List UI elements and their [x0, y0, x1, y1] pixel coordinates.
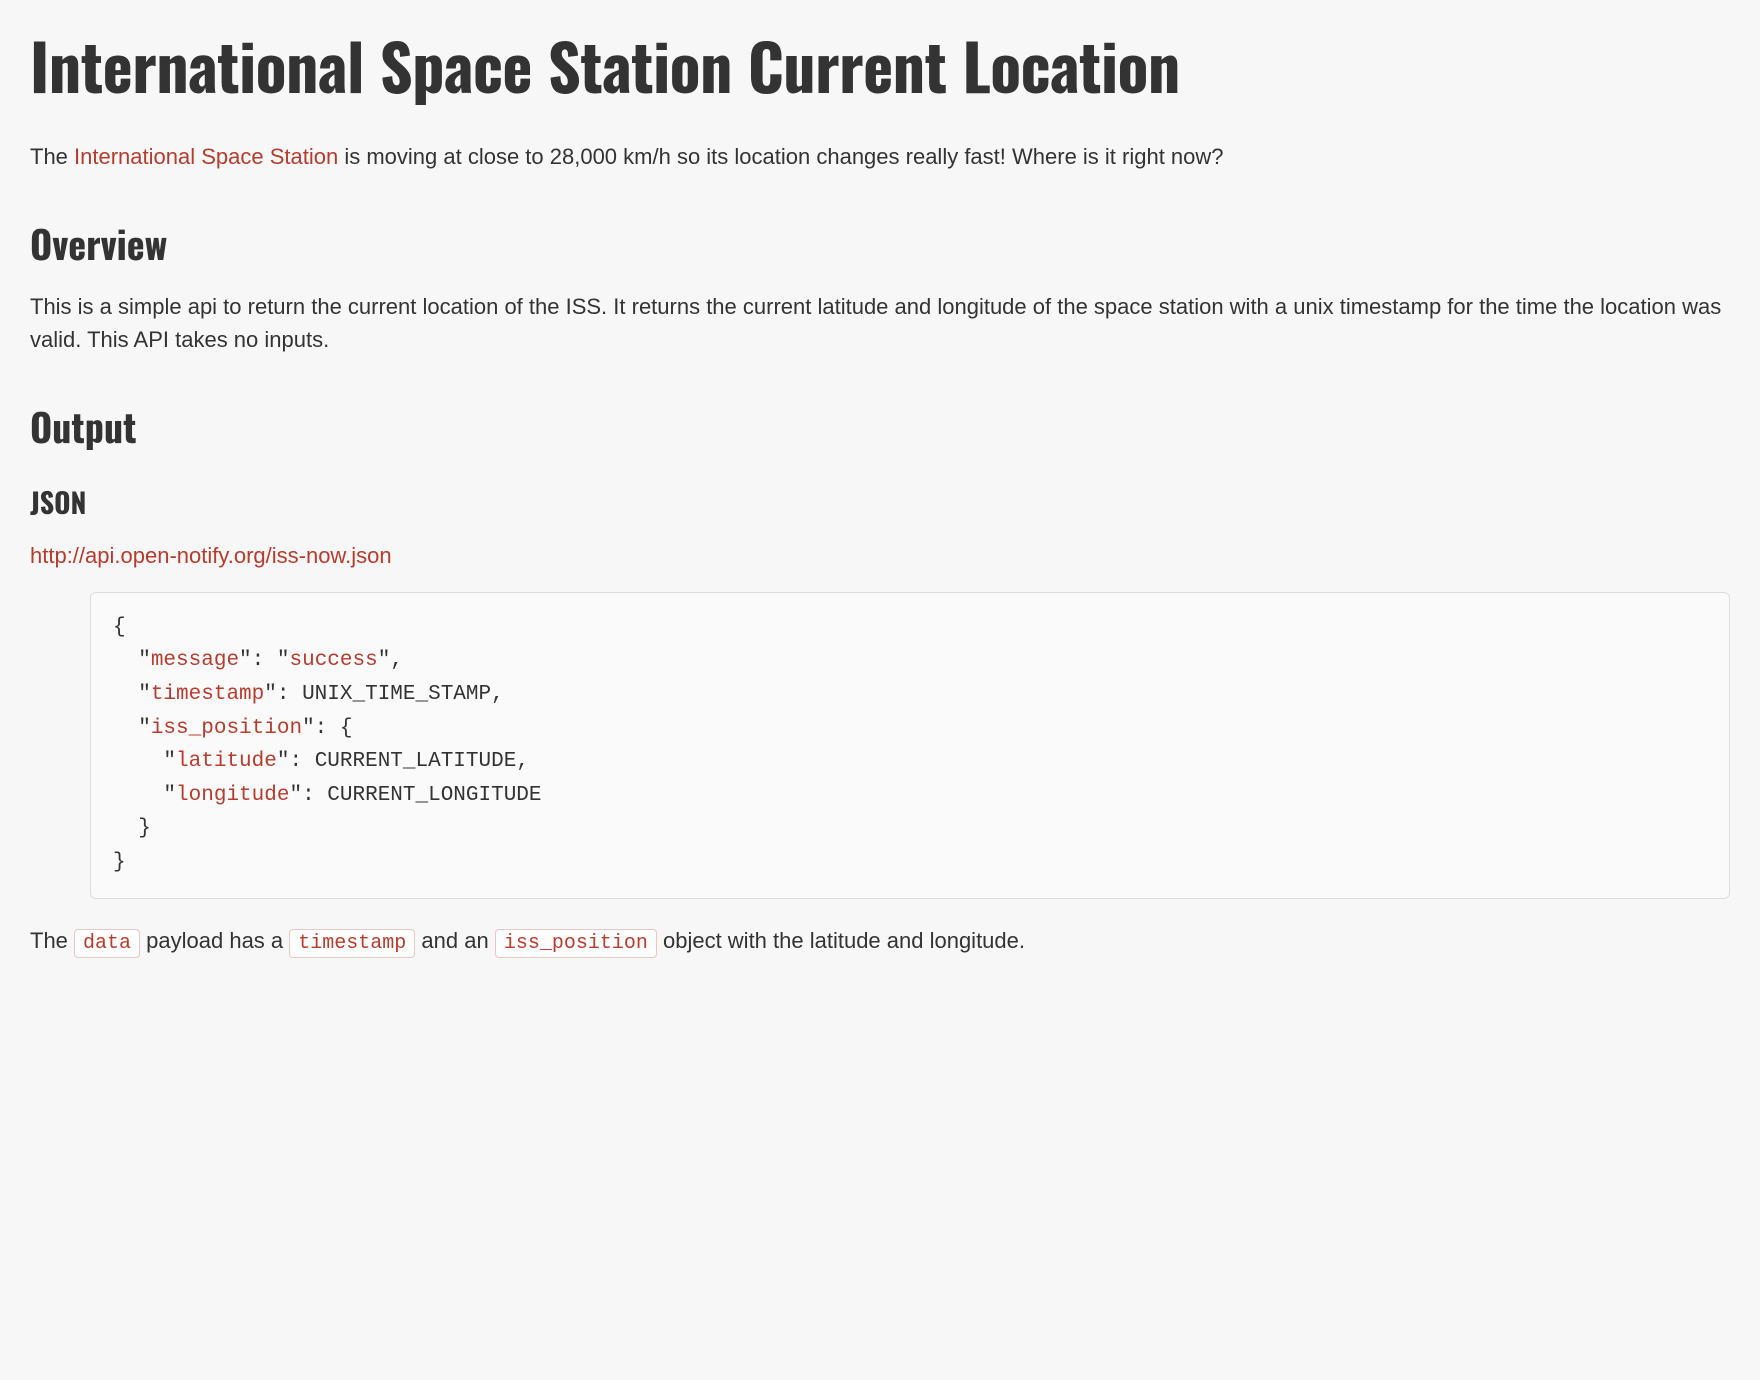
code-value: success [289, 649, 377, 672]
intro-prefix: The [30, 144, 74, 169]
code-quote: " [378, 649, 391, 672]
json-subheading: JSON [30, 488, 1730, 519]
code-quote: " [277, 649, 290, 672]
code-quote: " [138, 649, 151, 672]
code-key: timestamp [151, 683, 264, 706]
inline-code-timestamp: timestamp [289, 929, 415, 958]
code-brace: } [138, 817, 151, 840]
output-heading: Output [30, 406, 1730, 448]
code-quote: " [302, 717, 315, 740]
code-value: UNIX_TIME_STAMP [302, 683, 491, 706]
footer-text: and an [415, 928, 495, 953]
intro-suffix: is moving at close to 28,000 km/h so its… [338, 144, 1223, 169]
page-title: International Space Station Current Loca… [30, 30, 1730, 100]
footer-text: The [30, 928, 74, 953]
code-quote: " [163, 784, 176, 807]
code-quote: " [264, 683, 277, 706]
intro-paragraph: The International Space Station is movin… [30, 140, 1730, 173]
inline-code-iss-position: iss_position [495, 929, 657, 958]
iss-link[interactable]: International Space Station [74, 144, 338, 169]
code-colon: : { [315, 717, 353, 740]
code-key: latitude [176, 750, 277, 773]
code-colon: : [289, 750, 314, 773]
code-colon: : [277, 683, 302, 706]
code-comma: , [516, 750, 529, 773]
footer-paragraph: The data payload has a timestamp and an … [30, 924, 1730, 959]
code-key: iss_position [151, 717, 302, 740]
code-colon: : [302, 784, 327, 807]
code-key: message [151, 649, 239, 672]
footer-text: object with the latitude and longitude. [657, 928, 1025, 953]
code-quote: " [289, 784, 302, 807]
code-colon: : [252, 649, 277, 672]
code-value: CURRENT_LATITUDE [315, 750, 517, 773]
code-comma: , [390, 649, 403, 672]
overview-heading: Overview [30, 223, 1730, 265]
code-quote: " [277, 750, 290, 773]
code-quote: " [163, 750, 176, 773]
inline-code-data: data [74, 929, 140, 958]
code-value: CURRENT_LONGITUDE [327, 784, 541, 807]
footer-text: payload has a [140, 928, 289, 953]
json-code-block: { "message": "success", "timestamp": UNI… [90, 592, 1730, 899]
code-brace: { [113, 616, 126, 639]
code-key: longitude [176, 784, 289, 807]
code-comma: , [491, 683, 504, 706]
overview-body: This is a simple api to return the curre… [30, 290, 1730, 356]
code-quote: " [138, 683, 151, 706]
code-brace: } [113, 851, 126, 874]
code-quote: " [239, 649, 252, 672]
endpoint-link[interactable]: http://api.open-notify.org/iss-now.json [30, 539, 1730, 572]
code-quote: " [138, 717, 151, 740]
